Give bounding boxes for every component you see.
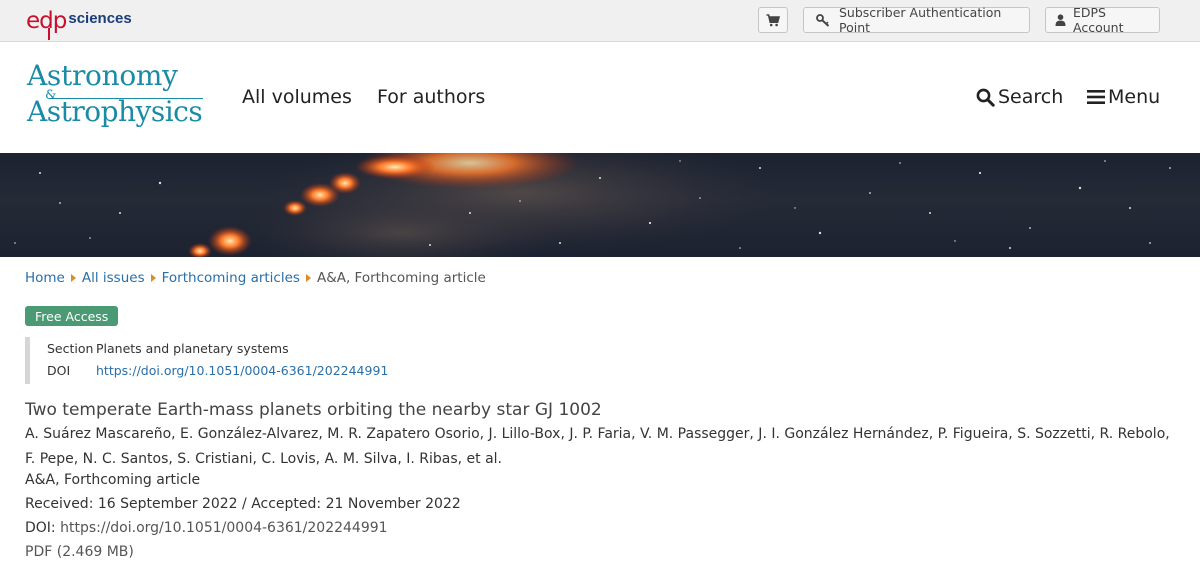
search-icon	[976, 88, 995, 107]
breadcrumb-forthcoming-articles[interactable]: Forthcoming articles	[162, 270, 300, 286]
article-authors: A. Suárez Mascareño, E. González-Alvarez…	[25, 426, 1170, 467]
article-title: Two temperate Earth-mass planets orbitin…	[25, 400, 602, 420]
edps-account-button[interactable]: EDPS Account	[1045, 5, 1160, 35]
article-doi: DOI: https://doi.org/10.1051/0004-6361/2…	[25, 520, 388, 536]
section-label: Section	[47, 340, 94, 356]
cart-button[interactable]	[758, 7, 788, 33]
doi-link[interactable]: https://doi.org/10.1051/0004-6361/202244…	[96, 363, 388, 378]
edp-sciences-logo[interactable]: edp sciences	[26, 5, 132, 40]
pdf-download-link[interactable]: PDF (2.469 MB)	[25, 544, 134, 560]
free-access-badge: Free Access	[25, 306, 119, 326]
breadcrumb: Home All issues Forthcoming articles A&A…	[25, 270, 486, 286]
article-doi-label: DOI:	[25, 520, 56, 536]
breadcrumb-all-issues[interactable]: All issues	[82, 270, 145, 286]
breadcrumb-arrow-icon	[150, 274, 156, 282]
breadcrumb-home[interactable]: Home	[25, 270, 65, 286]
doi-label: DOI	[47, 362, 71, 378]
nav-all-volumes[interactable]: All volumes	[242, 86, 352, 108]
section-row: Section Planets and planetary systems	[47, 337, 425, 359]
journal-logo[interactable]: Astronomy & Astrophysics	[27, 62, 207, 134]
subscriber-auth-label: Subscriber Authentication Point	[839, 5, 1002, 35]
hamburger-menu-icon	[1087, 90, 1105, 104]
subscriber-auth-button[interactable]: Subscriber Authentication Point	[803, 5, 1030, 35]
article-dates: Received: 16 September 2022 / Accepted: …	[25, 496, 461, 512]
cart-icon	[766, 13, 780, 26]
edp-logo-mark: edp	[26, 9, 67, 40]
nav-for-authors[interactable]: For authors	[377, 86, 485, 108]
search-button[interactable]: Search	[976, 86, 1063, 108]
article-doi-link[interactable]: https://doi.org/10.1051/0004-6361/202244…	[60, 520, 387, 536]
top-utility-bar: edp sciences Subscriber Authentication P…	[0, 0, 1200, 42]
doi-row: DOI https://doi.org/10.1051/0004-6361/20…	[47, 359, 425, 381]
breadcrumb-arrow-icon	[305, 274, 311, 282]
key-icon	[816, 13, 830, 27]
search-label: Search	[998, 86, 1064, 108]
breadcrumb-current: A&A, Forthcoming article	[316, 270, 486, 286]
hero-banner-image	[0, 153, 1200, 257]
article-meta-box: Section Planets and planetary systems DO…	[25, 337, 425, 384]
edps-account-label: EDPS Account	[1073, 5, 1124, 35]
journal-logo-line2: Astrophysics	[27, 95, 203, 128]
milky-way-illustration	[14, 153, 1171, 257]
menu-label: Menu	[1108, 86, 1161, 108]
breadcrumb-arrow-icon	[70, 274, 76, 282]
site-header: Astronomy & Astrophysics All volumes For…	[0, 42, 1200, 153]
edp-logo-text: sciences	[68, 9, 132, 27]
section-value: Planets and planetary systems	[96, 340, 289, 356]
article-journal: A&A, Forthcoming article	[25, 472, 201, 488]
journal-logo-line1: Astronomy	[27, 59, 178, 92]
menu-button[interactable]: Menu	[1087, 86, 1160, 108]
user-icon	[1055, 14, 1066, 26]
